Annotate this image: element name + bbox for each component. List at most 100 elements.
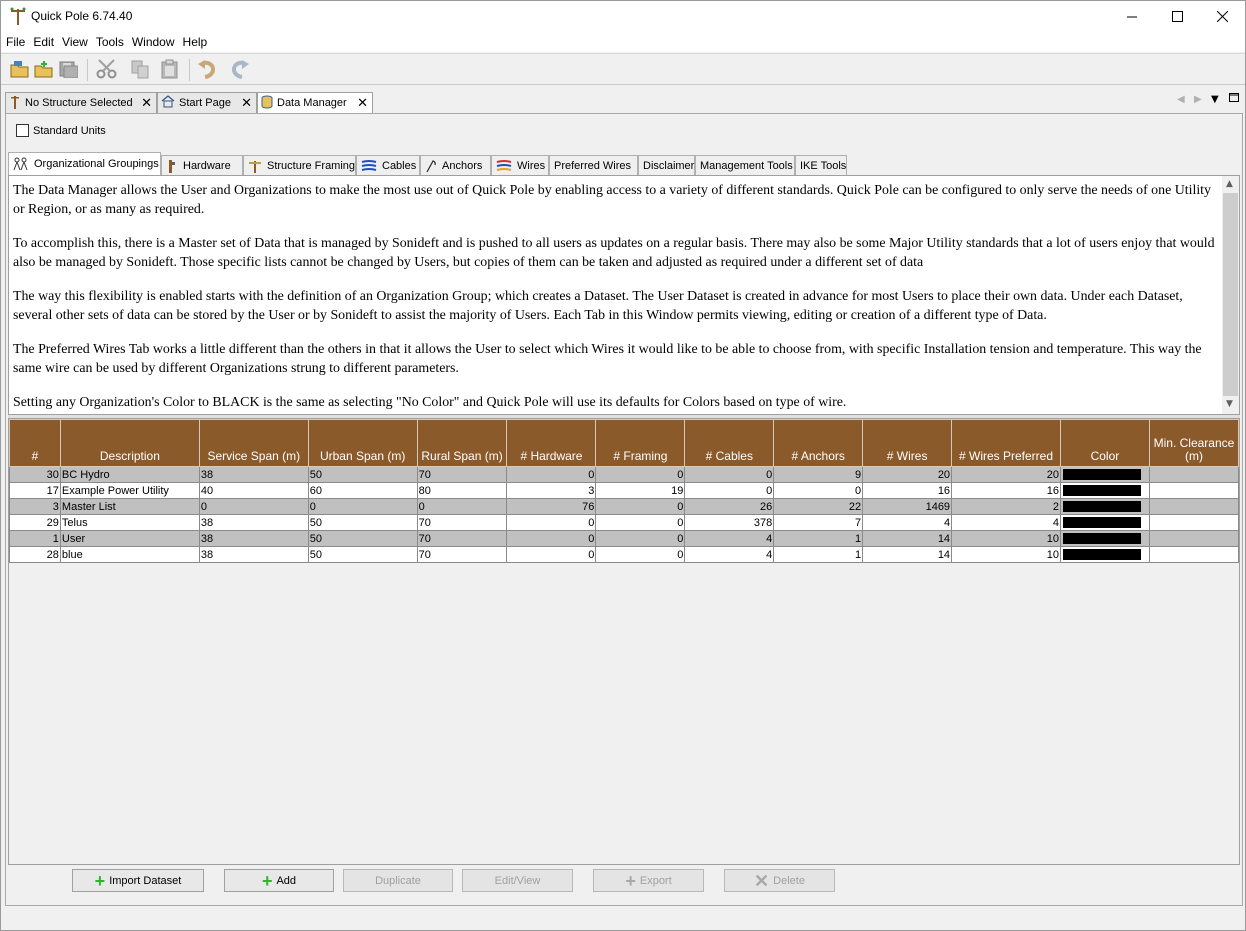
cell-wires-preferred[interactable]: 2 — [951, 498, 1061, 515]
cell-hardware[interactable]: 0 — [506, 546, 597, 563]
cell-urban-span[interactable]: 50 — [307, 514, 418, 531]
cell-wires-preferred[interactable]: 16 — [951, 482, 1061, 499]
maximize-button[interactable] — [1154, 1, 1200, 32]
column-header-color[interactable]: Color — [1059, 419, 1150, 467]
tab-scroll-left-icon[interactable]: ◀ — [1177, 94, 1185, 105]
doc-tab-no-structure[interactable]: No Structure Selected ✕ — [5, 92, 157, 113]
tab-scroll-right-icon[interactable]: ▶ — [1194, 94, 1202, 105]
menu-edit[interactable]: Edit — [28, 32, 57, 52]
cell-id[interactable]: 30 — [9, 466, 61, 483]
menu-view[interactable]: View — [57, 32, 91, 52]
column-header-urban-span[interactable]: Urban Span (m) — [307, 419, 418, 467]
cell-service-span[interactable]: 38 — [198, 530, 309, 547]
cell-id[interactable]: 29 — [9, 514, 61, 531]
table-row[interactable]: 1 User 38 50 70 0 0 4 1 14 10 — [9, 530, 1240, 547]
cell-description[interactable]: User — [59, 530, 200, 547]
cell-color[interactable] — [1059, 514, 1150, 531]
tab-cables[interactable]: Cables — [356, 155, 420, 175]
cell-min-clearance[interactable] — [1148, 514, 1240, 531]
column-header-wires[interactable]: # Wires — [862, 419, 953, 467]
table-row[interactable]: 17 Example Power Utility 40 60 80 3 19 0… — [9, 482, 1240, 499]
column-header-rural-span[interactable]: Rural Span (m) — [416, 419, 508, 467]
cell-wires[interactable]: 1469 — [862, 498, 953, 515]
tab-anchors[interactable]: Anchors — [420, 155, 491, 175]
cell-rural-span[interactable]: 70 — [416, 530, 508, 547]
cell-wires-preferred[interactable]: 4 — [951, 514, 1061, 531]
table-row[interactable]: 28 blue 38 50 70 0 0 4 1 14 10 — [9, 546, 1240, 563]
cell-wires[interactable]: 4 — [862, 514, 953, 531]
cell-service-span[interactable]: 38 — [198, 514, 309, 531]
cell-service-span[interactable]: 40 — [198, 482, 309, 499]
cell-min-clearance[interactable] — [1148, 498, 1240, 515]
cell-min-clearance[interactable] — [1148, 466, 1240, 483]
duplicate-button[interactable]: Duplicate — [343, 869, 453, 892]
close-tab-icon[interactable]: ✕ — [241, 96, 252, 109]
cell-anchors[interactable]: 9 — [773, 466, 864, 483]
cell-wires-preferred[interactable]: 20 — [951, 466, 1061, 483]
cell-anchors[interactable]: 1 — [773, 530, 864, 547]
cell-cables[interactable]: 0 — [684, 482, 775, 499]
column-header-framing[interactable]: # Framing — [595, 419, 686, 467]
cell-rural-span[interactable]: 70 — [416, 546, 508, 563]
cell-id[interactable]: 28 — [9, 546, 61, 563]
cell-description[interactable]: blue — [59, 546, 200, 563]
edit-view-button[interactable]: Edit/View — [462, 869, 573, 892]
scroll-down-icon[interactable]: ▼ — [1226, 399, 1233, 409]
cell-rural-span[interactable]: 80 — [416, 482, 508, 499]
cell-service-span[interactable]: 38 — [198, 466, 309, 483]
cell-framing[interactable]: 0 — [595, 466, 686, 483]
scroll-up-icon[interactable]: ▲ — [1226, 179, 1233, 189]
cell-min-clearance[interactable] — [1148, 546, 1240, 563]
cell-wires[interactable]: 14 — [862, 530, 953, 547]
cell-wires[interactable]: 20 — [862, 466, 953, 483]
paste-button[interactable] — [158, 58, 182, 82]
cell-anchors[interactable]: 0 — [773, 482, 864, 499]
cell-cables[interactable]: 26 — [684, 498, 775, 515]
column-header-wires-preferred[interactable]: # Wires Preferred — [951, 419, 1061, 467]
cell-rural-span[interactable]: 70 — [416, 466, 508, 483]
save-button[interactable] — [56, 58, 80, 82]
export-button[interactable]: + Export — [593, 869, 704, 892]
cell-framing[interactable]: 0 — [595, 498, 686, 515]
cell-description[interactable]: Master List — [59, 498, 200, 515]
cell-hardware[interactable]: 3 — [506, 482, 597, 499]
cell-cables[interactable]: 0 — [684, 466, 775, 483]
menu-window[interactable]: Window — [127, 32, 178, 52]
tab-preferred-wires[interactable]: Preferred Wires — [549, 155, 638, 175]
new-button[interactable] — [32, 58, 56, 82]
cell-color[interactable] — [1059, 466, 1150, 483]
cell-urban-span[interactable]: 50 — [307, 530, 418, 547]
cell-color[interactable] — [1059, 546, 1150, 563]
cell-description[interactable]: Example Power Utility — [59, 482, 200, 499]
cell-id[interactable]: 3 — [9, 498, 61, 515]
cell-hardware[interactable]: 0 — [506, 530, 597, 547]
description-scrollbar[interactable]: ▲ ▼ — [1222, 176, 1239, 414]
cell-framing[interactable]: 0 — [595, 514, 686, 531]
table-row[interactable]: 29 Telus 38 50 70 0 0 378 7 4 4 — [9, 514, 1240, 531]
close-window-button[interactable] — [1199, 1, 1245, 32]
cell-anchors[interactable]: 22 — [773, 498, 864, 515]
cell-cables[interactable]: 378 — [684, 514, 775, 531]
cell-cables[interactable]: 4 — [684, 546, 775, 563]
column-header-anchors[interactable]: # Anchors — [773, 419, 864, 467]
menu-file[interactable]: File — [1, 32, 28, 52]
cell-wires-preferred[interactable]: 10 — [951, 546, 1061, 563]
close-tab-icon[interactable]: ✕ — [357, 96, 368, 109]
cut-button[interactable] — [95, 58, 119, 82]
add-button[interactable]: + Add — [224, 869, 334, 892]
tab-hardware[interactable]: Hardware — [161, 155, 243, 175]
cell-id[interactable]: 17 — [9, 482, 61, 499]
column-header-min-clearance[interactable]: Min. Clearance (m) — [1148, 419, 1240, 467]
maximize-panel-icon[interactable] — [1229, 93, 1239, 105]
tab-wires[interactable]: Wires — [491, 155, 549, 175]
column-header-cables[interactable]: # Cables — [684, 419, 775, 467]
open-button[interactable] — [8, 58, 32, 82]
cell-urban-span[interactable]: 50 — [307, 466, 418, 483]
tab-list-dropdown-icon[interactable]: ▼ — [1211, 94, 1219, 105]
cell-anchors[interactable]: 1 — [773, 546, 864, 563]
cell-id[interactable]: 1 — [9, 530, 61, 547]
tab-organizational-groupings[interactable]: Organizational Groupings — [8, 152, 161, 175]
cell-urban-span[interactable]: 60 — [307, 482, 418, 499]
cell-description[interactable]: Telus — [59, 514, 200, 531]
cell-min-clearance[interactable] — [1148, 482, 1240, 499]
